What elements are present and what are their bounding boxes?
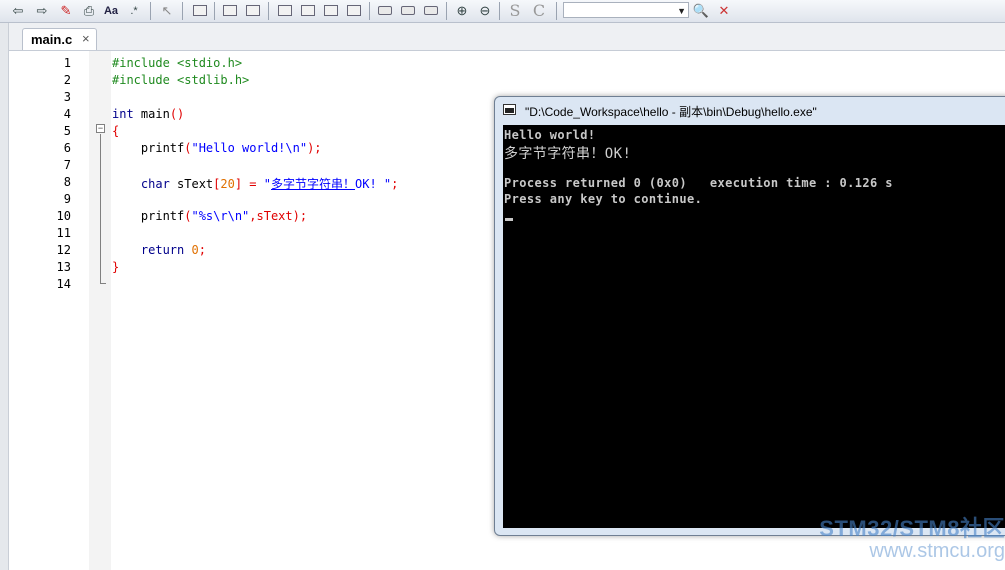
operator: ] [234,177,243,191]
tools-icon[interactable]: ✕ [715,2,733,19]
console-output[interactable]: Hello world! 多字节字符串！OK! Process returned… [503,125,1005,528]
console-line: 多字节字符串！OK! [504,146,632,162]
fold-toggle-icon[interactable]: − [96,124,105,133]
line-number: 4 [63,107,71,121]
line-number: 2 [63,73,71,87]
keyword: char [112,177,170,191]
code-line-13: } [112,260,120,274]
watermark-url: www.stmcu.org [869,540,1005,562]
operator: ; [391,177,399,191]
string-literal: "%s\r\n" [191,209,250,223]
line-number: 1 [63,56,71,70]
highlighter-icon[interactable]: ✎ [57,2,75,19]
image2-icon[interactable] [244,2,262,19]
operator: = [242,177,264,191]
close-icon[interactable]: × [82,31,90,46]
toolbar-separator [150,2,151,20]
operator: ,sText); [249,209,308,223]
console-line: Hello world! [504,128,596,142]
main-toolbar: ⇦ ⇨ ✎ ⎙ Aa .* ↖ ⊕ ⊖ S C ▼ 🔍 ✕ [0,0,1005,23]
tab-label: main.c [31,32,73,47]
toolbar-separator [182,2,183,20]
font-icon[interactable]: Aa [102,2,120,19]
print-icon[interactable]: ⎙ [80,2,98,19]
number-literal: 20 [220,177,235,191]
operator: ); [307,141,322,155]
watermark-title: STM32/STM8社区 [819,516,1005,541]
line-number: 8 [63,175,71,189]
code-line-10: printf("%s\r\n",sText); [112,209,307,223]
chevron-down-icon[interactable]: ▼ [677,6,686,16]
zoom-out-icon[interactable]: ⊖ [476,2,494,19]
toolbar-separator [556,2,557,20]
identifier: printf [112,141,185,155]
number-literal: 0 [184,243,199,257]
fold-end [100,283,106,284]
toolbar-separator [369,2,370,20]
fold-line [100,134,101,283]
string-literal: "Hello world!\n" [191,141,308,155]
console-line: Press any key to continue. [504,192,703,206]
identifier: sText [169,177,214,191]
line-number: 5 [63,124,71,138]
code-line-5: { [112,124,120,138]
toolbar-separator [268,2,269,20]
line-number: 6 [63,141,71,155]
bar3-icon[interactable] [322,2,340,19]
regex-icon[interactable]: .* [125,2,143,19]
identifier: main [133,107,170,121]
box2-icon[interactable] [399,2,417,19]
back-arrow-icon[interactable]: ⇦ [9,2,27,19]
line-number: 11 [56,226,71,240]
line-number: 13 [56,260,71,274]
string-literal: OK! " [355,177,392,191]
tab-bar [0,23,1005,51]
keyword: int [112,107,134,121]
line-number: 9 [63,192,71,206]
box3-icon[interactable] [422,2,440,19]
search-combo[interactable]: ▼ [563,2,689,18]
toolbar-separator [446,2,447,20]
line-number: 14 [56,277,71,291]
toolbar-separator [214,2,215,20]
box-icon[interactable] [376,2,394,19]
string-literal: " [263,177,271,191]
rectangle-icon[interactable] [191,2,209,19]
toolbar-separator [499,2,500,20]
code-line-2: #include <stdlib.h> [112,73,250,87]
code-line-6: printf("Hello world!\n"); [112,141,322,155]
line-number-gutter: 1 2 3 4 5 6 7 8 9 10 11 12 13 14 [9,51,89,570]
forward-arrow-icon[interactable]: ⇨ [33,2,51,19]
line-number: 12 [56,243,71,257]
tab-main-c[interactable]: main.c × [22,28,97,50]
bar4-icon[interactable] [345,2,363,19]
search-icon[interactable]: 🔍 [692,2,710,19]
code-line-12: return 0; [112,243,206,257]
keyword: return [112,243,185,257]
console-line: Process returned 0 (0x0) execution time … [504,176,893,190]
string-literal-cjk: 多字节字符串！ [271,177,356,191]
console-window[interactable]: "D:\Code_Workspace\hello - 副本\bin\Debug\… [494,96,1005,536]
watermark: STM32/STM8社区 www.stmcu.org [768,511,1005,563]
code-line-4: int main() [112,107,184,121]
console-app-icon [503,104,516,115]
operator: () [169,107,185,121]
line-number: 7 [63,158,71,172]
bar2-icon[interactable] [299,2,317,19]
pointer-icon[interactable]: ↖ [158,2,176,19]
console-cursor [505,218,513,221]
line-number: 10 [56,209,71,223]
left-panel-strip [0,23,9,570]
zoom-in-icon[interactable]: ⊕ [453,2,471,19]
s-icon[interactable]: S [506,1,524,20]
console-title: "D:\Code_Workspace\hello - 副本\bin\Debug\… [525,105,817,119]
c-icon[interactable]: C [530,1,548,20]
operator: ; [198,243,206,257]
identifier: printf [112,209,185,223]
code-line-1: #include <stdio.h> [112,56,243,70]
bar-icon[interactable] [276,2,294,19]
code-line-8: char sText[20] = "多字节字符串！OK! "; [112,175,398,192]
line-number: 3 [63,90,71,104]
image-icon[interactable] [221,2,239,19]
